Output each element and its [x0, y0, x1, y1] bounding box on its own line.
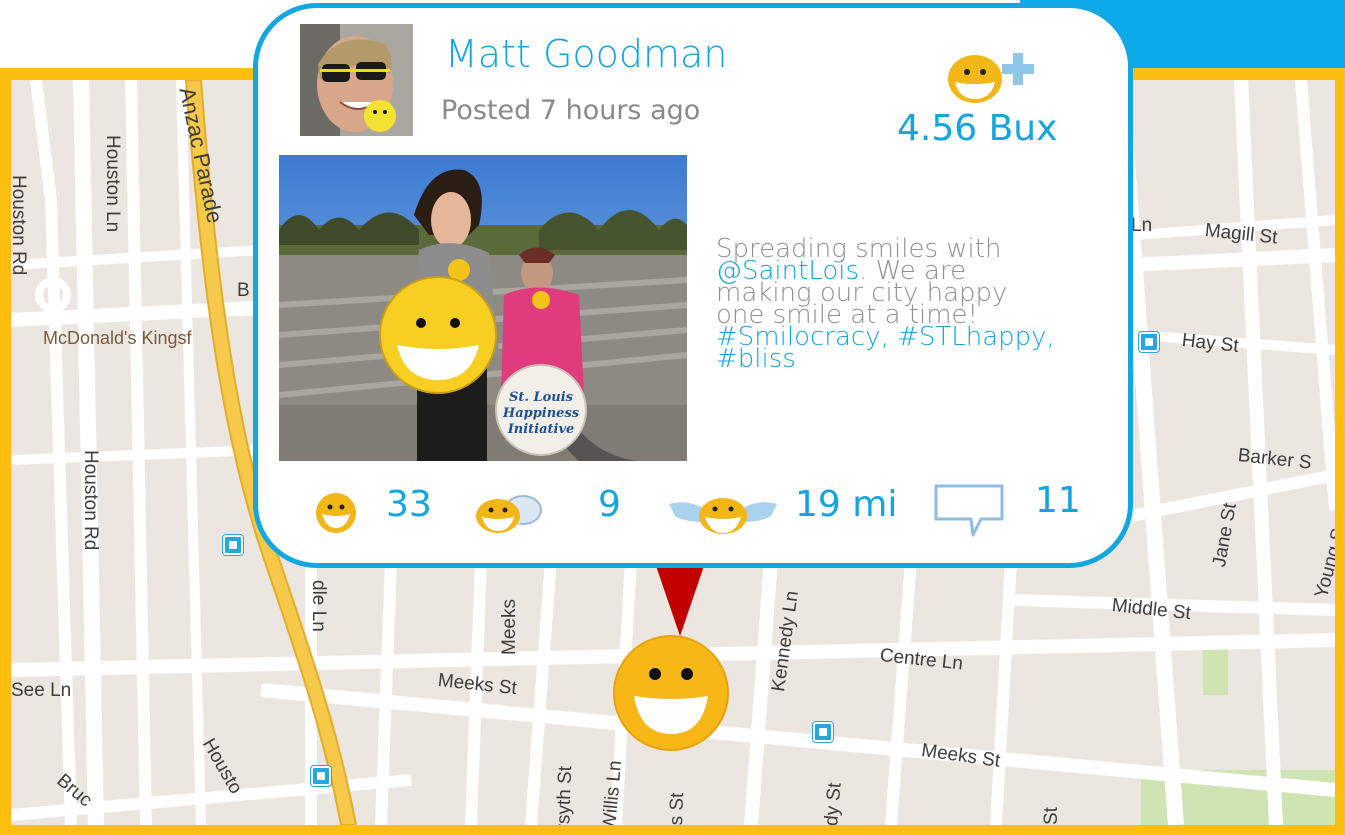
post-caption: Spreading smiles with @SaintLois. We are…	[716, 236, 1086, 372]
comments-count: 11	[1035, 480, 1081, 521]
winged-smiley-icon[interactable]	[667, 494, 779, 536]
street-label: Ln	[1131, 215, 1153, 236]
sign-text-line3: Initiative	[507, 422, 575, 437]
smiley-chat-icon[interactable]	[474, 492, 546, 534]
street-label: Houston Rd	[11, 175, 29, 276]
street-label: Houston Ln	[102, 135, 123, 233]
street-label: dle Ln	[308, 580, 329, 632]
street-label: Houston Rd	[80, 450, 101, 551]
street-label: dy St	[821, 781, 846, 825]
street-label: B	[237, 280, 250, 301]
sign-text-line2: Happiness	[502, 406, 580, 421]
bux-amount: 4.56 Bux	[897, 108, 1058, 149]
post-photo[interactable]: St. Louis Happiness Initiative	[279, 155, 687, 461]
top-bar-accent	[1100, 0, 1345, 68]
street-label: s St	[666, 792, 689, 825]
sign-text-line1: St. Louis	[509, 390, 574, 405]
author-name[interactable]: Matt Goodman	[445, 32, 727, 76]
smiles-count: 33	[386, 484, 432, 525]
street-label: McDonald's Kingsf	[43, 328, 192, 348]
smiley-icon[interactable]	[315, 492, 357, 534]
street-label: Meeks	[499, 599, 520, 655]
street-label: See Ln	[11, 680, 72, 701]
bus-stop-icon[interactable]	[1139, 332, 1159, 352]
distance-value: 19 mi	[795, 484, 898, 525]
street-label: St	[1041, 807, 1062, 825]
bus-stop-icon[interactable]	[813, 722, 833, 742]
bus-stop-icon[interactable]	[311, 766, 331, 786]
shares-count: 9	[598, 484, 621, 525]
smiley-pin-icon[interactable]	[612, 634, 730, 752]
comment-bubble-icon[interactable]	[933, 483, 1005, 541]
pin-pointer	[656, 566, 704, 636]
post-timestamp: Posted 7 hours ago	[441, 95, 701, 126]
author-avatar[interactable]	[300, 24, 413, 136]
street-label: rsyth St	[553, 765, 577, 825]
bus-stop-icon[interactable]	[223, 535, 243, 555]
smiley-plus-icon[interactable]	[945, 45, 1060, 105]
